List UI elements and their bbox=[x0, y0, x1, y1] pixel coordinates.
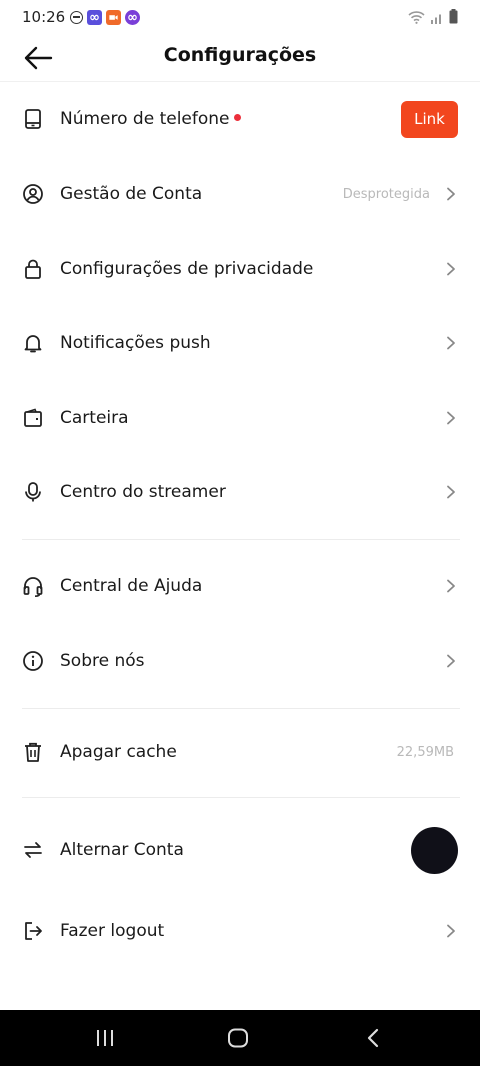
notification-dot bbox=[233, 113, 241, 121]
clear-cache-row[interactable]: Apagar cache 22,59MB bbox=[0, 724, 480, 780]
switch-account-toggle[interactable] bbox=[411, 826, 458, 874]
chevron-right-icon bbox=[444, 336, 458, 350]
headset-icon bbox=[22, 575, 44, 597]
chevron-right-icon bbox=[444, 262, 458, 276]
account-icon bbox=[22, 183, 44, 205]
wallet-label: Carteira bbox=[60, 408, 129, 428]
phone-number-label: Número de telefone bbox=[60, 109, 230, 129]
trash-icon bbox=[22, 741, 44, 763]
video-app-notification-icon bbox=[106, 9, 122, 25]
account-management-label: Gestão de Conta bbox=[60, 184, 203, 204]
about-us-label: Sobre nós bbox=[60, 651, 145, 671]
bell-icon bbox=[22, 332, 44, 354]
section-divider bbox=[22, 708, 460, 709]
logout-icon bbox=[22, 920, 44, 942]
push-notifications-label: Notificações push bbox=[60, 333, 211, 353]
privacy-settings-label: Configurações de privacidade bbox=[60, 259, 314, 279]
cache-size-value: 22,59MB bbox=[396, 744, 454, 760]
account-management-row[interactable]: Gestão de Conta Desprotegida bbox=[0, 166, 480, 222]
logout-label: Fazer logout bbox=[60, 921, 165, 941]
chevron-left-icon bbox=[367, 1028, 379, 1048]
system-navigation-bar bbox=[0, 1010, 480, 1066]
privacy-settings-row[interactable]: Configurações de privacidade bbox=[0, 241, 480, 297]
battery-icon bbox=[449, 9, 458, 24]
app-notification-icon-2 bbox=[125, 9, 141, 25]
swap-icon bbox=[22, 839, 44, 861]
section-divider bbox=[22, 539, 460, 540]
chevron-right-icon bbox=[444, 924, 458, 938]
phone-number-row[interactable]: Número de telefone Link bbox=[0, 91, 480, 147]
streamer-center-label: Centro do streamer bbox=[60, 482, 226, 502]
wallet-icon bbox=[22, 407, 44, 429]
do-not-disturb-icon bbox=[70, 10, 84, 24]
status-time: 10:26 bbox=[22, 8, 66, 26]
wifi-icon bbox=[408, 11, 425, 24]
chevron-right-icon bbox=[444, 654, 458, 668]
help-center-row[interactable]: Central de Ajuda bbox=[0, 558, 480, 614]
page-title: Configurações bbox=[163, 44, 317, 66]
home-icon bbox=[228, 1028, 248, 1048]
chevron-right-icon bbox=[444, 579, 458, 593]
streamer-center-row[interactable]: Centro do streamer bbox=[0, 464, 480, 520]
chevron-right-icon bbox=[444, 187, 458, 201]
switch-account-row[interactable]: Alternar Conta bbox=[0, 822, 480, 878]
section-divider bbox=[22, 797, 460, 798]
recent-apps-button[interactable] bbox=[89, 1024, 121, 1052]
chevron-right-icon bbox=[444, 411, 458, 425]
signal-icon bbox=[431, 14, 441, 24]
status-notification-icons bbox=[70, 9, 141, 25]
lock-icon bbox=[22, 258, 44, 280]
app-notification-icon bbox=[87, 9, 103, 25]
phone-icon bbox=[22, 108, 44, 130]
microphone-icon bbox=[22, 481, 44, 503]
account-protection-status: Desprotegida bbox=[342, 186, 430, 202]
clear-cache-label: Apagar cache bbox=[60, 742, 177, 762]
header: Configurações bbox=[0, 34, 480, 82]
recent-apps-icon bbox=[97, 1030, 113, 1046]
system-back-button[interactable] bbox=[357, 1024, 389, 1052]
switch-account-label: Alternar Conta bbox=[60, 840, 184, 860]
status-bar: 10:26 bbox=[0, 0, 480, 34]
about-us-row[interactable]: Sobre nós bbox=[0, 633, 480, 689]
logout-row[interactable]: Fazer logout bbox=[0, 903, 480, 959]
wallet-row[interactable]: Carteira bbox=[0, 390, 480, 446]
chevron-right-icon bbox=[444, 485, 458, 499]
help-center-label: Central de Ajuda bbox=[60, 576, 203, 596]
link-phone-button[interactable]: Link bbox=[401, 100, 458, 138]
status-system-icons bbox=[408, 9, 458, 24]
home-button[interactable] bbox=[222, 1024, 254, 1052]
info-icon bbox=[22, 650, 44, 672]
push-notifications-row[interactable]: Notificações push bbox=[0, 315, 480, 371]
